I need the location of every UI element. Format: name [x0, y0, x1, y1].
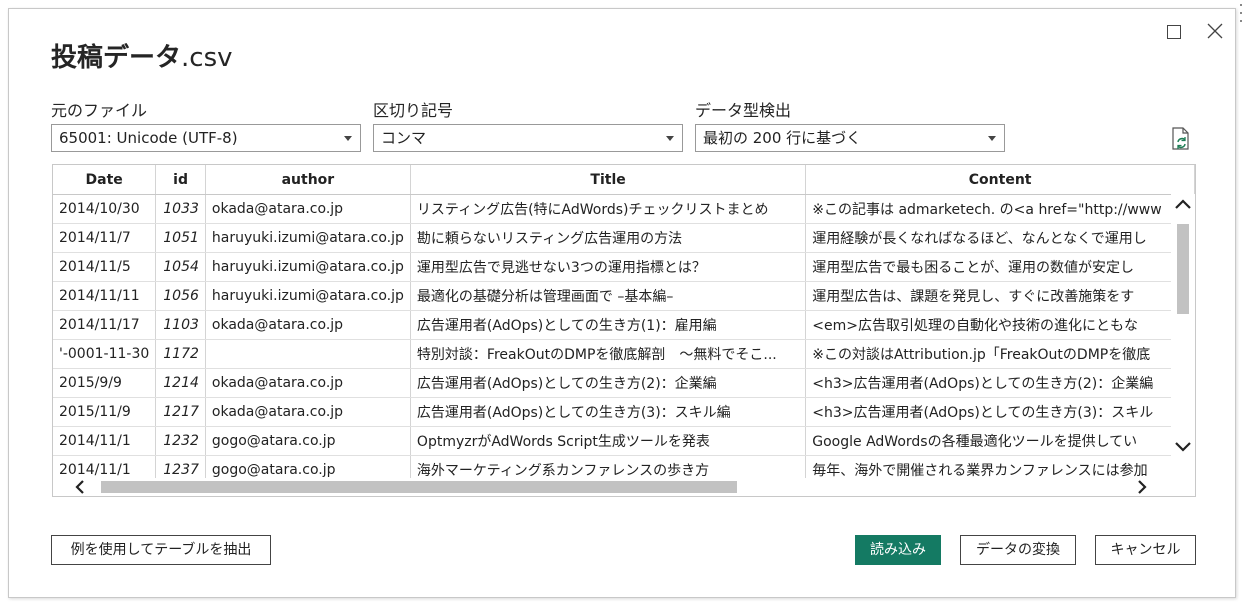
table-row: 2015/11/9 1217 okada@atara.co.jp 広告運用者(AdOp…	[53, 397, 1195, 427]
cell-title[interactable]: 広告運用者(AdOps)としての生き方(1)：雇用編	[410, 310, 807, 340]
preview-grid: Date id author Title Content 2014/10/30 1…	[52, 164, 1196, 497]
close-icon	[1207, 23, 1223, 39]
cell-content[interactable]: <h3>広告運用者(AdOps)としての生き方(2)：企業編	[805, 368, 1195, 398]
cell-date[interactable]: 2014/11/17	[53, 310, 157, 340]
cell-title[interactable]: リスティング広告(特にAdWords)チェックリストまとめ	[410, 194, 807, 224]
table-row: 2014/11/1 1232 gogo@atara.co.jp OptmyzrがAdW…	[53, 426, 1195, 456]
maximize-button[interactable]	[1163, 21, 1185, 43]
refresh-icon[interactable]	[1171, 127, 1191, 151]
cell-id[interactable]: 1172	[155, 339, 206, 369]
cell-id[interactable]: 1051	[155, 223, 206, 253]
header-row: Date id author Title Content	[53, 165, 1195, 195]
column-header-title[interactable]: Title	[410, 165, 807, 195]
cell-author[interactable]: haruyuki.izumi@atara.co.jp	[205, 252, 411, 282]
type-detection-label: データ型検出	[695, 101, 792, 120]
cell-date[interactable]: 2015/11/9	[53, 397, 157, 427]
cell-author[interactable]: haruyuki.izumi@atara.co.jp	[205, 281, 411, 311]
cell-title[interactable]: 特別対談：FreakOutのDMPを徹底解剖 ～無料でそこ...	[410, 339, 807, 369]
type-detection-value: 最初の 200 行に基づく	[703, 129, 862, 147]
table-row: 2014/11/11 1056 haruyuki.izumi@atara.co.jp…	[53, 281, 1195, 311]
chevron-down-icon	[666, 136, 674, 141]
cell-date[interactable]: '-0001-11-30	[53, 339, 157, 369]
cell-id[interactable]: 1232	[155, 426, 206, 456]
vertical-scroll-thumb[interactable]	[1177, 224, 1189, 314]
chevron-down-icon	[344, 136, 352, 141]
cell-title[interactable]: 広告運用者(AdOps)としての生き方(3)：スキル編	[410, 397, 807, 427]
delimiter-select[interactable]: コンマ	[373, 124, 683, 152]
cell-date[interactable]: 2014/10/30	[53, 194, 157, 224]
delimiter-label: 区切り記号	[373, 101, 454, 120]
cell-date[interactable]: 2015/9/9	[53, 368, 157, 398]
dialog-title: 投稿データ.csv	[51, 43, 233, 73]
preview-table: Date id author Title Content 2014/10/30 1…	[53, 165, 1195, 485]
cell-author[interactable]: okada@atara.co.jp	[205, 397, 411, 427]
chevron-right-icon[interactable]	[1133, 478, 1151, 496]
edge-dots	[1239, 0, 1243, 605]
cell-title[interactable]: 最適化の基礎分析は管理画面で –基本編–	[410, 281, 807, 311]
column-header-content[interactable]: Content	[805, 165, 1195, 195]
chevron-down-icon	[988, 136, 996, 141]
table-row: 2015/9/9 1214 okada@atara.co.jp 広告運用者(AdOps…	[53, 368, 1195, 398]
cell-content[interactable]: <h3>広告運用者(AdOps)としての生き方(3)：スキル	[805, 397, 1195, 427]
cell-content[interactable]: ※この対談はAttribution.jp「FreakOutのDMPを徹底	[805, 339, 1195, 369]
cell-id[interactable]: 1056	[155, 281, 206, 311]
horizontal-scrollbar[interactable]	[53, 478, 1195, 496]
cell-content[interactable]: 運用型広告は、課題を発見し、すぐに改善施策をす	[805, 281, 1195, 311]
column-header-date[interactable]: Date	[53, 165, 157, 195]
file-origin-select[interactable]: 65001: Unicode (UTF-8)	[51, 124, 361, 152]
load-button[interactable]: 読み込み	[855, 535, 941, 565]
cell-author[interactable]: gogo@atara.co.jp	[205, 426, 411, 456]
chevron-left-icon[interactable]	[71, 478, 89, 496]
table-row: '-0001-11-30 1172 特別対談：FreakOutのDMPを徹底解剖 ～…	[53, 339, 1195, 369]
cell-content[interactable]: 運用型広告で最も困ることが、運用の数値が安定し	[805, 252, 1195, 282]
close-button[interactable]	[1205, 21, 1227, 43]
table-row: 2014/11/7 1051 haruyuki.izumi@atara.co.jp 勘…	[53, 223, 1195, 253]
cell-title[interactable]: 勘に頼らないリスティング広告運用の方法	[410, 223, 807, 253]
delimiter-value: コンマ	[381, 129, 427, 147]
cell-content[interactable]: 運用経験が長くなればなるほど、なんとなくで運用し	[805, 223, 1195, 253]
cell-author[interactable]: haruyuki.izumi@atara.co.jp	[205, 223, 411, 253]
cell-content[interactable]: Google AdWordsの各種最適化ツールを提供してい	[805, 426, 1195, 456]
cell-content[interactable]: ※この記事は admarketech. の<a href="http://www	[805, 194, 1195, 224]
extract-table-button[interactable]: 例を使用してテーブルを抽出	[51, 535, 271, 565]
csv-import-dialog: 投稿データ.csv 元のファイル 65001: Unicode (UTF-8) …	[8, 8, 1236, 598]
cell-date[interactable]: 2014/11/5	[53, 252, 157, 282]
cell-author[interactable]	[205, 339, 411, 369]
transform-data-button[interactable]: データの変換	[960, 535, 1076, 565]
vertical-scrollbar[interactable]	[1171, 194, 1195, 480]
cell-id[interactable]: 1103	[155, 310, 206, 340]
cell-title[interactable]: OptmyzrがAdWords Script生成ツールを発表	[410, 426, 807, 456]
column-header-id[interactable]: id	[155, 165, 206, 195]
cell-title[interactable]: 運用型広告で見逃せない3つの運用指標とは？	[410, 252, 807, 282]
table-row: 2014/11/17 1103 okada@atara.co.jp 広告運用者(AdO…	[53, 310, 1195, 340]
cancel-button[interactable]: キャンセル	[1095, 535, 1196, 565]
chevron-up-icon[interactable]	[1173, 196, 1193, 212]
cell-content[interactable]: <em>広告取引処理の自動化や技術の進化にともな	[805, 310, 1195, 340]
table-row: 2014/10/30 1033 okada@atara.co.jp リスティング広告(…	[53, 194, 1195, 224]
cell-author[interactable]: okada@atara.co.jp	[205, 194, 411, 224]
table-row: 2014/11/5 1054 haruyuki.izumi@atara.co.jp 運…	[53, 252, 1195, 282]
column-header-author[interactable]: author	[205, 165, 411, 195]
file-origin-value: 65001: Unicode (UTF-8)	[59, 129, 238, 147]
type-detection-select[interactable]: 最初の 200 行に基づく	[695, 124, 1005, 152]
cell-author[interactable]: okada@atara.co.jp	[205, 310, 411, 340]
cell-id[interactable]: 1217	[155, 397, 206, 427]
chevron-down-icon[interactable]	[1173, 439, 1193, 455]
cell-date[interactable]: 2014/11/1	[53, 426, 157, 456]
cell-title[interactable]: 広告運用者(AdOps)としての生き方(2)：企業編	[410, 368, 807, 398]
file-origin-label: 元のファイル	[51, 101, 148, 120]
cell-date[interactable]: 2014/11/11	[53, 281, 157, 311]
horizontal-scroll-thumb[interactable]	[101, 481, 737, 493]
cell-id[interactable]: 1033	[155, 194, 206, 224]
cell-author[interactable]: okada@atara.co.jp	[205, 368, 411, 398]
cell-id[interactable]: 1054	[155, 252, 206, 282]
cell-date[interactable]: 2014/11/7	[53, 223, 157, 253]
cell-id[interactable]: 1214	[155, 368, 206, 398]
